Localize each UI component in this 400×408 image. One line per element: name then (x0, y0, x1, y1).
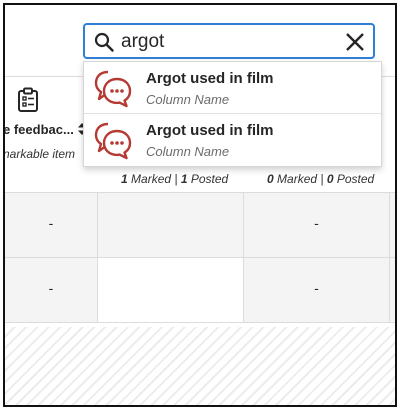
grid-cell[interactable] (390, 193, 395, 257)
search-input-value[interactable]: argot (121, 31, 164, 53)
table-row: - - (5, 193, 395, 258)
suggestion-item[interactable]: Argot used in film Column Name (84, 114, 381, 166)
grid-cell[interactable] (390, 258, 395, 322)
grid-cell[interactable]: - (5, 258, 98, 322)
grid-cell[interactable]: - (244, 193, 390, 257)
search-suggestions-dropdown: Argot used in film Column Name Argot use… (83, 61, 382, 167)
search-input[interactable]: argot (83, 23, 375, 59)
suggestion-subtitle: Column Name (146, 144, 230, 159)
discussion-icon (94, 122, 132, 160)
grid-cell[interactable] (98, 193, 244, 257)
column-title[interactable]: e feedbac... (5, 122, 74, 137)
suggestion-item[interactable]: Argot used in film Column Name (84, 62, 381, 114)
gradebook-grid: 1 Marked | 1 Posted 0 Marked | 0 Posted … (5, 165, 395, 325)
suggestion-subtitle: Column Name (146, 92, 230, 107)
close-icon[interactable] (345, 32, 365, 52)
empty-area-hatched (5, 327, 395, 405)
discussion-icon (94, 70, 132, 108)
grid-cell[interactable] (98, 258, 244, 322)
suggestion-title: Argot used in film (146, 70, 274, 87)
grid-header-row: 1 Marked | 1 Posted 0 Marked | 0 Posted (5, 165, 395, 193)
grid-header-status-2: 0 Marked | 0 Posted (267, 172, 375, 186)
table-row: - - (5, 258, 395, 323)
grid-header-status-1: 1 Marked | 1 Posted (121, 172, 229, 186)
search-icon (94, 32, 114, 52)
suggestion-title: Argot used in film (146, 122, 274, 139)
grid-cell[interactable]: - (5, 193, 98, 257)
clipboard-icon (18, 87, 38, 112)
screenshot-frame: e feedbac... narkable item argot 1 Marke… (3, 3, 397, 407)
grid-cell[interactable]: - (244, 258, 390, 322)
column-subtitle: narkable item (3, 147, 76, 161)
